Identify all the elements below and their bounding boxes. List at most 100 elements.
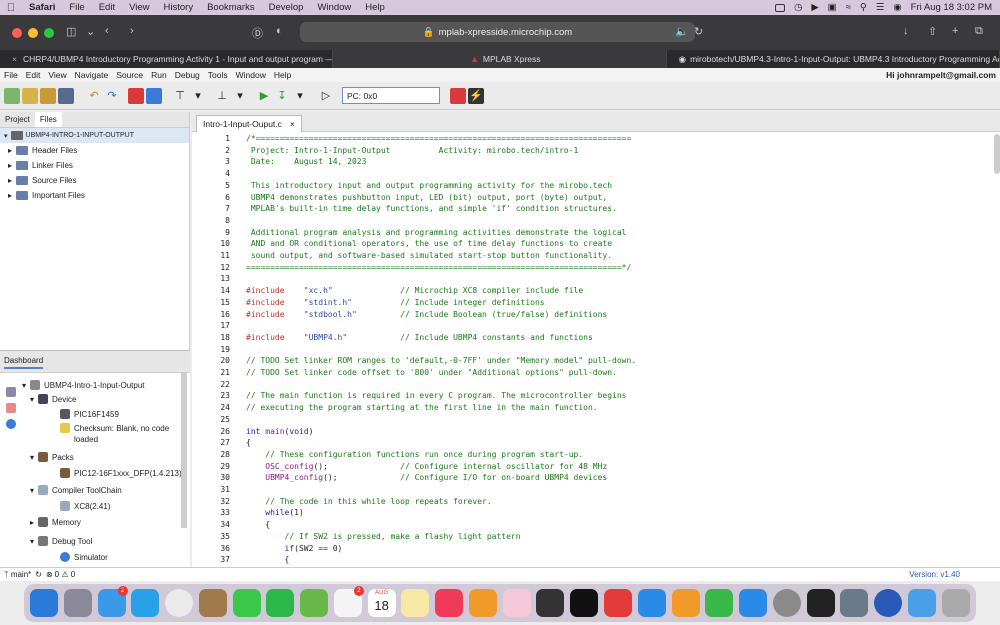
play-icon[interactable]: ▶ [811, 2, 818, 13]
collapse-icon[interactable]: ▾ [30, 536, 34, 547]
tab-overview-icon[interactable]: ⧉ [975, 25, 983, 38]
program-device-icon[interactable]: ↧ [274, 88, 290, 104]
expand-icon[interactable]: ▸ [8, 191, 12, 200]
code-line[interactable]: { [246, 438, 251, 447]
new-file-icon[interactable] [22, 87, 38, 104]
downloads-folder-icon[interactable] [907, 589, 936, 617]
password-manager-icon[interactable] [874, 589, 903, 617]
terminal-icon[interactable] [806, 589, 835, 617]
mplab-icon[interactable] [128, 87, 144, 104]
sidebar-icon[interactable]: ◫ [66, 25, 76, 38]
clock[interactable]: Fri Aug 18 3:02 PM [911, 2, 992, 13]
sync-icon[interactable]: ↻ [35, 570, 42, 579]
notes-icon[interactable] [401, 589, 430, 617]
apple-menu-icon[interactable]:  [0, 2, 22, 14]
menu-file[interactable]: File [62, 2, 91, 13]
code-line[interactable]: // The code in this while loop repeats f… [246, 497, 491, 506]
url-field[interactable]: 🔒 mplab-xpresside.microchip.com [300, 22, 695, 42]
tab-dashboard[interactable]: Dashboard [4, 356, 44, 369]
dash-packs[interactable]: ▾ Packs [30, 452, 74, 463]
code-line[interactable]: ========================================… [246, 263, 631, 272]
news-icon[interactable] [604, 589, 633, 617]
problem-counts[interactable]: 0 ⚠ 0 [55, 570, 76, 579]
preview-icon[interactable] [840, 589, 869, 617]
chrome-icon[interactable] [165, 589, 194, 617]
browser-tab-2[interactable]: ▲ MPLAB Xpress [333, 50, 667, 68]
tab-files[interactable]: Files [34, 112, 62, 127]
dash-debug-tool[interactable]: ▾ Debug Tool [30, 536, 92, 547]
back-icon[interactable]: ‹ [105, 25, 109, 37]
dash-project[interactable]: ▾ UBMP4-Intro-1-Input-Output [22, 380, 145, 391]
ide-menu-help[interactable]: Help [270, 70, 295, 80]
browser-tab-1[interactable]: × CHRP4/UBMP4 Introductory Programming A… [0, 50, 334, 68]
menu-edit[interactable]: Edit [92, 2, 122, 13]
menu-history[interactable]: History [157, 2, 201, 13]
forward-icon[interactable]: › [130, 25, 134, 37]
menu-help[interactable]: Help [358, 2, 392, 13]
dashboard-scrollbar[interactable] [181, 373, 187, 528]
dash-toolchain[interactable]: ▾ Compiler ToolChain [30, 485, 122, 496]
clean-build-icon[interactable]: ⊥ [214, 88, 230, 104]
expand-icon[interactable]: ▸ [8, 176, 12, 185]
trash-icon[interactable] [941, 589, 970, 617]
app-store-icon[interactable] [739, 589, 768, 617]
code-line[interactable]: #include "stdbool.h" // Include Boolean … [246, 310, 607, 319]
pdf-icon[interactable] [6, 403, 16, 413]
music-icon[interactable] [435, 589, 464, 617]
tab-project[interactable]: Project [0, 112, 35, 127]
chevron-down-icon[interactable]: ⌄ [86, 25, 95, 38]
code-line[interactable]: #include "UBMP4.h" // Include UBMP4 cons… [246, 333, 593, 342]
ide-menu-debug[interactable]: Debug [171, 70, 204, 80]
close-tab-icon[interactable]: × [290, 119, 295, 129]
open-project-icon[interactable] [40, 87, 56, 104]
folder-source-files[interactable]: ▸ Source Files [0, 173, 189, 188]
hardware-tool-icon[interactable]: ⚡ [468, 87, 484, 104]
ide-menu-run[interactable]: Run [147, 70, 171, 80]
code-line[interactable]: #include "xc.h" // Microchip XC8 compile… [246, 286, 583, 295]
folder-linker-files[interactable]: ▸ Linker Files [0, 158, 189, 173]
help-icon[interactable] [6, 419, 16, 429]
folder-header-files[interactable]: ▸ Header Files [0, 143, 189, 158]
download-icon[interactable]: ↓ [903, 25, 909, 37]
wifi-icon[interactable]: ≈ [846, 2, 851, 13]
editor-tab-file[interactable]: Intro-1-Input-Ouput.c × [196, 115, 302, 132]
ide-menu-edit[interactable]: Edit [22, 70, 45, 80]
photos-icon[interactable] [502, 589, 531, 617]
new-project-icon[interactable] [4, 87, 20, 104]
code-line[interactable]: sound output, and software-based simulat… [246, 251, 612, 260]
hammer-icon[interactable]: ⊤ [172, 88, 188, 104]
collapse-icon[interactable]: ▾ [30, 394, 34, 405]
collapse-icon[interactable]: ▾ [4, 132, 8, 140]
collapse-icon[interactable]: ▾ [22, 380, 26, 391]
properties-icon[interactable] [6, 387, 16, 397]
menu-app[interactable]: Safari [22, 2, 62, 13]
ide-menu-file[interactable]: File [0, 70, 22, 80]
maps-icon[interactable] [300, 589, 329, 617]
app-icon[interactable] [198, 589, 227, 617]
clapper-icon[interactable] [536, 589, 565, 617]
dash-simulator[interactable]: Simulator [60, 552, 108, 563]
mcc-icon[interactable] [146, 87, 162, 104]
dash-pack-name[interactable]: PIC12-16F1xxx_DFP(1.4.213) [60, 468, 182, 479]
time-machine-icon[interactable]: ◷ [794, 2, 802, 13]
mail-icon[interactable]: 2 [97, 586, 128, 617]
numbers-icon[interactable] [705, 589, 734, 617]
folder-important-files[interactable]: ▸ Important Files [0, 188, 189, 203]
connect-icon[interactable] [450, 87, 466, 104]
code-line[interactable]: int main(void) [246, 427, 313, 436]
ide-menu-tools[interactable]: Tools [204, 70, 232, 80]
code-line[interactable]: // The main function is required in ever… [246, 391, 627, 400]
code-line[interactable]: Date: August 14, 2023 [246, 157, 367, 166]
menu-bookmarks[interactable]: Bookmarks [200, 2, 262, 13]
code-line[interactable]: /*======================================… [246, 134, 631, 143]
code-line[interactable]: // executing the program starting at the… [246, 403, 598, 412]
code-line[interactable]: Additional program analysis and programm… [246, 228, 627, 237]
editor-scrollbar[interactable] [994, 134, 1000, 174]
redo-icon[interactable]: ↷ [104, 88, 120, 104]
code-line[interactable]: AND and OR conditional operators, the us… [246, 239, 612, 248]
dash-device[interactable]: ▾ Device [30, 394, 76, 405]
code-line[interactable]: Project: Intro-1-Input-Output Activity: … [246, 146, 579, 155]
expand-icon[interactable]: ▸ [30, 517, 34, 528]
code-line[interactable]: if(SW2 == 0) [246, 544, 343, 553]
ide-menu-view[interactable]: View [44, 70, 70, 80]
